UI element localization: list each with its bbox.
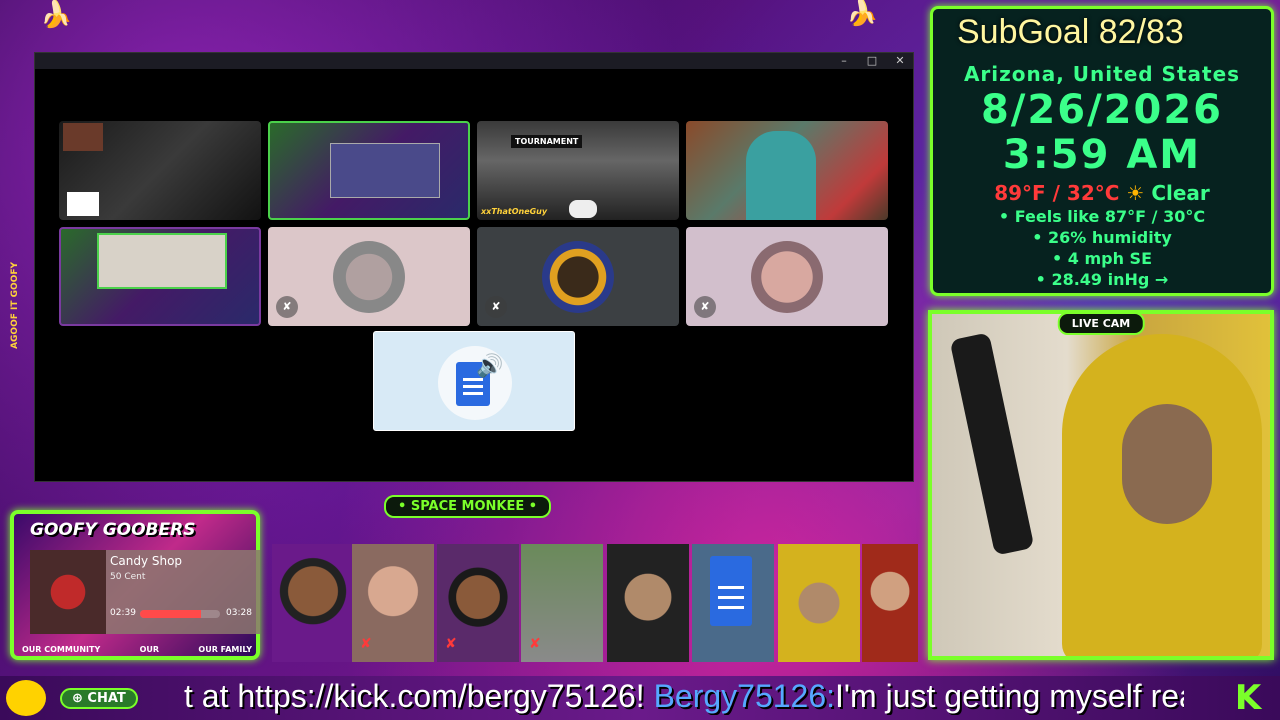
close-button[interactable]: ✕ [893,54,907,68]
avatar [333,240,405,313]
participant-tile-avatar-3[interactable]: ✘ [686,227,888,326]
chat-ticker-bar: ⊕ CHAT t at https://kick.com/bergy75126!… [0,676,1280,720]
condition-text: Clear [1151,181,1210,205]
time-text: 3:59 AM [1002,132,1202,178]
participant-tile-webcam[interactable] [686,121,888,220]
banana-decoration-icon: 🍌 [40,0,73,30]
member-avatar: ✘ [437,544,519,662]
participant-tile-stream[interactable] [268,121,470,220]
participant-video [746,131,816,220]
member-avatar [272,544,354,662]
avatar [751,240,823,313]
participant-tile-avatar-1[interactable]: ✘ [268,227,470,326]
mic-off-icon: ✘ [485,296,507,318]
wind-text: • 4 mph SE [1051,249,1153,268]
participant-tile-avatar-2[interactable]: ✘ [477,227,679,326]
elapsed-time: 02:39 [110,608,136,618]
pressure-text: • 28.49 inHg → [1035,270,1169,289]
member-avatar [862,544,918,662]
participant-thumbnail [63,123,103,151]
mic-off-icon: ✘ [445,636,457,652]
song-artist: 50 Cent [110,572,146,582]
banana-decoration-icon: 🍌 [846,0,879,28]
kick-logo-icon: K [1234,678,1262,718]
song-title: Candy Shop [110,554,183,568]
footer-family: OUR FAMILY [198,645,252,654]
stream-preview [330,143,440,198]
humidity-text: • 26% humidity [1032,228,1172,247]
tournament-label: TOURNAMENT [511,135,583,148]
streamer [1062,334,1262,656]
temperature-text: 89°F / 32°C [994,181,1120,205]
meet-window: – □ ✕ TOURNAMENT xxThatOneGuy ✘ ✘ ✘ 🔊 [34,52,914,482]
music-player: Candy Shop 50 Cent 02:39 03:28 [30,550,260,634]
stream-preview [97,233,227,289]
member-avatar: ✘ [352,544,434,662]
participant-tile-screenshare[interactable] [59,121,261,220]
window-titlebar: – □ ✕ [35,53,913,69]
live-cam-feed [928,310,1274,660]
goobers-footer: OUR COMMUNITY OUR OUR FAMILY [22,645,252,654]
song-progress-fill [140,610,201,618]
minimize-button[interactable]: – [837,54,851,68]
member-avatar: ✘ [521,544,603,662]
goofy-goobers-widget: GOOFY GOOBERS Candy Shop 50 Cent 02:39 0… [10,510,260,660]
ticker-username: Bergy75126: [653,678,836,714]
temperature-row: 89°F / 32°C ☀ Clear [933,181,1271,205]
space-monkee-title: • SPACE MONKEE • [384,495,552,518]
side-text: AGOOF IT GOOFY [10,262,20,349]
live-cam-label: LIVE CAM [1057,312,1145,335]
goobers-title: GOOFY GOOBERS [30,520,196,540]
chat-ticker-text: t at https://kick.com/bergy75126! Bergy7… [184,678,1184,715]
ticker-prefix: t at https://kick.com/bergy75126! [184,678,654,714]
footer-our: OUR [139,645,160,654]
member-avatar [607,544,689,662]
member-avatar-document [692,544,774,662]
mic-off-icon: ✘ [529,636,541,652]
participant-tile-tournament[interactable]: TOURNAMENT xxThatOneGuy [477,121,679,220]
controller-icon [569,200,597,218]
microphone [949,332,1035,556]
qr-code-icon [67,192,99,216]
participant-tile-stream-2[interactable] [59,227,261,326]
weather-info-panel: SubGoal 82/83 Arizona, United States 8/2… [930,6,1274,296]
song-progress-bar [140,610,220,618]
song-duration: 03:28 [226,608,252,618]
feels-like-text: • Feels like 87°F / 30°C [998,207,1206,226]
maximize-button[interactable]: □ [865,54,879,68]
location-text: Arizona, United States [963,62,1241,86]
doc-speaker-icon: 🔊 [438,346,512,420]
album-art [30,550,106,634]
member-avatar [778,544,860,662]
streamer-face [1122,404,1212,524]
doc-speaker-icon [710,556,752,626]
ticker-message: I'm just getting myself ready for work [835,678,1184,714]
mic-off-icon: ✘ [360,636,372,652]
mic-off-icon: ✘ [276,296,298,318]
subgoal-counter: SubGoal 82/83 [957,13,1184,51]
date-text: 8/26/2026 [980,87,1224,133]
mic-off-icon: ✘ [694,296,716,318]
chat-badge: ⊕ CHAT [60,688,138,709]
sun-icon: ☀ [1126,181,1145,205]
tournament-brand: xxThatOneGuy [481,207,548,216]
banana-duck-logo-icon [6,680,46,716]
footer-community: OUR COMMUNITY [22,645,101,654]
participant-tile-document[interactable]: 🔊 [373,331,575,431]
avatar [542,240,614,313]
